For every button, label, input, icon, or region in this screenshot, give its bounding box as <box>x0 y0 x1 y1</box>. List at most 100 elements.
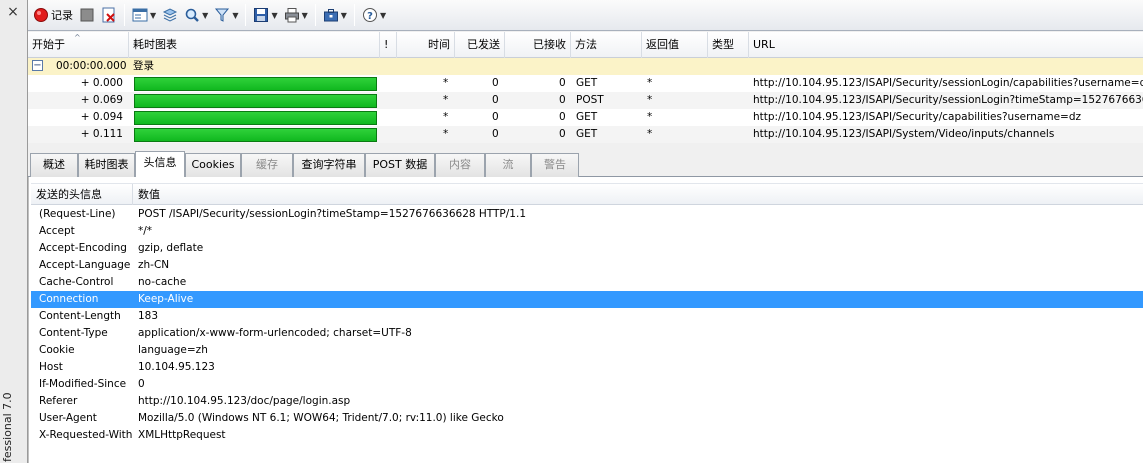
session-row[interactable]: + 0.000 * 0 0 GET * http://10.104.95.123… <box>28 75 1143 92</box>
header-row[interactable]: Content-Type application/x-www-form-urlen… <box>31 325 1143 342</box>
header-value: application/x-www-form-urlencoded; chars… <box>138 327 412 339</box>
chevron-down-icon: ▼ <box>271 10 278 20</box>
stack-button[interactable] <box>159 3 181 27</box>
find-button[interactable]: ▼ <box>181 3 211 27</box>
headers-table-header: 发送的头信息 数值 <box>31 183 1143 205</box>
group-time: 00:00:00.000 <box>56 60 127 72</box>
tab-query-string[interactable]: 查询字符串 <box>293 153 365 177</box>
save-button[interactable]: ▼ <box>250 3 280 27</box>
chevron-down-icon: ▼ <box>301 10 308 20</box>
header-row[interactable]: Cache-Control no-cache <box>31 274 1143 291</box>
row-status: * <box>647 128 653 140</box>
header-name: User-Agent <box>39 412 97 424</box>
inspector-tabs: 概述 耗时图表 头信息 Cookies 缓存 查询字符串 POST 数据 内容 … <box>28 150 1143 178</box>
header-value: http://10.104.95.123/doc/page/login.asp <box>138 395 351 407</box>
header-row[interactable]: Accept */* <box>31 223 1143 240</box>
row-sent: 0 <box>492 77 499 89</box>
filter-icon <box>214 7 230 23</box>
header-row[interactable]: Accept-Language zh-CN <box>31 257 1143 274</box>
row-url: http://10.104.95.123/ISAPI/System/Video/… <box>753 128 1055 140</box>
filter-button[interactable]: ▼ <box>211 3 241 27</box>
header-name: Cookie <box>39 344 75 356</box>
tab-headers[interactable]: 头信息 <box>135 151 185 178</box>
header-name: (Request-Line) <box>39 208 116 220</box>
collapse-icon[interactable]: − <box>32 60 43 71</box>
print-icon <box>284 7 300 23</box>
header-name: Cache-Control <box>39 276 114 288</box>
toolbar-separator <box>314 4 316 26</box>
tab-timeline[interactable]: 耗时图表 <box>78 153 135 177</box>
row-method: GET <box>576 111 598 123</box>
tab-warnings[interactable]: 警告 <box>531 153 579 177</box>
tab-cache[interactable]: 缓存 <box>241 153 293 177</box>
clear-button[interactable] <box>98 3 120 27</box>
header-value: XMLHttpRequest <box>138 429 226 441</box>
header-row[interactable]: Content-Length 183 <box>31 308 1143 325</box>
column-header-value[interactable]: 数值 <box>133 184 1143 205</box>
timeline-bar <box>134 111 377 125</box>
group-name: 登录 <box>133 60 154 72</box>
column-header-type[interactable]: 类型 <box>708 32 749 58</box>
header-row[interactable]: (Request-Line) POST /ISAPI/Security/sessi… <box>31 206 1143 223</box>
header-value: gzip, deflate <box>138 242 204 254</box>
stop-button[interactable] <box>76 3 98 27</box>
header-row[interactable]: Host 10.104.95.123 <box>31 359 1143 376</box>
column-header-time[interactable]: 时间 <box>397 32 455 58</box>
app-title-vertical: fessional 7.0 <box>1 392 14 462</box>
row-url: http://10.104.95.123/ISAPI/Security/sess… <box>753 77 1143 89</box>
timeline-bar <box>134 94 377 108</box>
tab-post-data[interactable]: POST 数据 <box>365 153 435 177</box>
header-row[interactable]: Referer http://10.104.95.123/doc/page/log… <box>31 393 1143 410</box>
row-received: 0 <box>559 111 566 123</box>
header-row[interactable]: User-Agent Mozilla/5.0 (Windows NT 6.1; W… <box>31 410 1143 427</box>
column-header-url[interactable]: URL <box>749 32 1143 58</box>
column-header-method[interactable]: 方法 <box>571 32 642 58</box>
row-sent: 0 <box>492 94 499 106</box>
row-url: http://10.104.95.123/ISAPI/Security/sess… <box>753 94 1143 106</box>
timeline-bar <box>134 77 377 91</box>
print-button[interactable]: ▼ <box>281 3 311 27</box>
clear-icon <box>101 7 117 23</box>
tab-cookies[interactable]: Cookies <box>185 153 241 177</box>
tab-content[interactable]: 内容 <box>435 153 485 177</box>
row-time-flag: * <box>443 94 449 106</box>
chevron-down-icon: ▼ <box>232 10 239 20</box>
column-header-sent[interactable]: 已发送 <box>455 32 505 58</box>
header-value: zh-CN <box>138 259 170 271</box>
header-row[interactable]: If-Modified-Since 0 <box>31 376 1143 393</box>
row-status: * <box>647 94 653 106</box>
toolbox-button[interactable]: ▼ <box>320 3 350 27</box>
record-icon <box>33 7 49 23</box>
session-row[interactable]: + 0.111 * 0 0 GET * http://10.104.95.123… <box>28 126 1143 143</box>
row-start: + 0.069 <box>80 94 123 106</box>
row-method: POST <box>576 94 604 106</box>
header-row[interactable]: Accept-Encoding gzip, deflate <box>31 240 1143 257</box>
header-name: Accept <box>39 225 75 237</box>
session-group-row[interactable]: − 00:00:00.000 登录 <box>28 58 1143 75</box>
header-value: */* <box>138 225 153 237</box>
header-value: no-cache <box>138 276 187 288</box>
header-name: Accept-Language <box>39 259 131 271</box>
column-header-start[interactable]: 开始于 ^ <box>28 32 129 58</box>
header-row[interactable]: Connection Keep-Alive <box>31 291 1143 308</box>
tab-stream[interactable]: 流 <box>485 153 531 177</box>
column-header-flag[interactable]: ! <box>380 32 397 58</box>
row-time-flag: * <box>443 128 449 140</box>
column-header-status[interactable]: 返回值 <box>642 32 708 58</box>
tab-overview[interactable]: 概述 <box>30 153 78 177</box>
session-row[interactable]: + 0.094 * 0 0 GET * http://10.104.95.123… <box>28 109 1143 126</box>
layout-button[interactable]: ▼ <box>129 3 159 27</box>
session-row[interactable]: + 0.069 * 0 0 POST * http://10.104.95.12… <box>28 92 1143 109</box>
header-name: Host <box>39 361 63 373</box>
record-button[interactable]: 记录 <box>30 3 76 27</box>
chevron-down-icon: ▼ <box>340 10 347 20</box>
column-header-name[interactable]: 发送的头信息 <box>31 184 133 205</box>
toolbar-separator <box>124 4 125 26</box>
header-row[interactable]: X-Requested-With XMLHttpRequest <box>31 427 1143 444</box>
chevron-down-icon: ▼ <box>379 10 387 20</box>
column-header-received[interactable]: 已接收 <box>505 32 571 58</box>
column-header-timeline[interactable]: 耗时图表 <box>129 32 380 58</box>
help-button[interactable]: ? ▼ <box>359 3 389 27</box>
close-icon[interactable]: × <box>5 4 21 20</box>
header-row[interactable]: Cookie language=zh <box>31 342 1143 359</box>
